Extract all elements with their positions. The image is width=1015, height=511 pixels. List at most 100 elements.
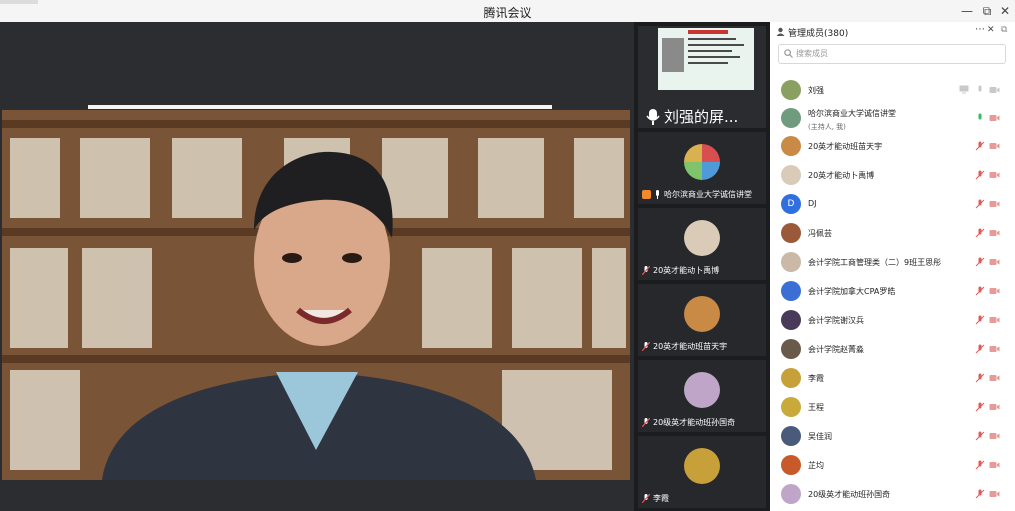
member-name: 哈尔滨商业大学诚信讲堂 bbox=[808, 109, 896, 118]
member-name: 会计学院加拿大CPA罗皓 bbox=[808, 287, 896, 296]
minimize-button[interactable]: — bbox=[958, 2, 976, 20]
participant-avatar bbox=[684, 220, 720, 256]
mic-muted-icon[interactable] bbox=[975, 402, 985, 412]
participant-avatar bbox=[684, 448, 720, 484]
speaker-video[interactable] bbox=[2, 110, 630, 480]
member-name: 冯佩芸 bbox=[808, 229, 832, 238]
member-row[interactable]: 哈尔滨商业大学诚信讲堂 (主持人, 我) bbox=[770, 104, 1015, 133]
member-row[interactable]: 会计学院谢汉兵 bbox=[770, 306, 1015, 335]
member-avatar bbox=[781, 339, 801, 359]
mic-muted-icon bbox=[642, 266, 650, 275]
participant-thumbnails: 刘强的屏... 哈尔滨商业大学诚信讲堂 20英才能动卜禹博 20英才能动班苗天宇… bbox=[634, 22, 770, 511]
participant-tile-2[interactable]: 20英才能动卜禹博 bbox=[638, 208, 766, 280]
member-avatar bbox=[781, 252, 801, 272]
member-row[interactable]: 20英才能动卜禹博 bbox=[770, 161, 1015, 190]
camera-off-icon[interactable] bbox=[989, 200, 1000, 208]
camera-off-icon[interactable] bbox=[989, 114, 1000, 122]
camera-off-icon[interactable] bbox=[989, 171, 1000, 179]
camera-off-icon[interactable] bbox=[989, 316, 1000, 324]
member-avatar bbox=[781, 310, 801, 330]
screen-share-caption: 刘强的屏... bbox=[646, 106, 738, 127]
member-row[interactable]: D DJ bbox=[770, 190, 1015, 219]
participant-tile-label: 李霞 bbox=[642, 493, 669, 504]
camera-off-icon[interactable] bbox=[989, 374, 1000, 382]
camera-off-icon[interactable] bbox=[989, 490, 1000, 498]
close-button[interactable]: ✕ bbox=[996, 2, 1014, 20]
member-name: 吴佳润 bbox=[808, 432, 832, 441]
camera-off-icon[interactable] bbox=[989, 345, 1000, 353]
participant-tile-3[interactable]: 20英才能动班苗天宇 bbox=[638, 284, 766, 356]
participant-name: 20级英才能动班孙国奇 bbox=[653, 418, 736, 427]
restore-button[interactable]: ⧉ bbox=[978, 2, 996, 20]
mic-active-icon[interactable] bbox=[975, 113, 985, 123]
members-panel: 管理成员(380) ⋯ ✕ ⧉ 搜索成员 刘强 哈尔滨商业大学诚信讲堂 (主持人, … bbox=[770, 22, 1015, 511]
mic-muted-icon[interactable] bbox=[975, 286, 985, 296]
member-row[interactable]: 李霞 bbox=[770, 364, 1015, 393]
member-name: 20英才能动班苗天宇 bbox=[808, 142, 883, 151]
member-row[interactable]: 吴佳润 bbox=[770, 422, 1015, 451]
mic-muted-icon[interactable] bbox=[975, 431, 985, 441]
member-row[interactable]: 刘强 bbox=[770, 76, 1015, 105]
mic-muted-icon[interactable] bbox=[975, 199, 985, 209]
participant-name: 20英才能动班苗天宇 bbox=[653, 342, 728, 351]
participant-tile-label: 哈尔滨商业大学诚信讲堂 bbox=[642, 189, 752, 200]
member-name: 芷均 bbox=[808, 461, 824, 470]
camera-off-icon[interactable] bbox=[989, 142, 1000, 150]
camera-off-icon[interactable] bbox=[989, 229, 1000, 237]
member-name: 会计学院赵菁淼 bbox=[808, 345, 864, 354]
camera-off-icon[interactable] bbox=[989, 432, 1000, 440]
participant-name: 哈尔滨商业大学诚信讲堂 bbox=[664, 190, 752, 199]
camera-off-icon[interactable] bbox=[989, 258, 1000, 266]
member-avatar bbox=[781, 136, 801, 156]
mic-icon[interactable] bbox=[975, 85, 985, 95]
participant-tile-4[interactable]: 20级英才能动班孙国奇 bbox=[638, 360, 766, 432]
member-row[interactable]: 会计学院工商管理类（二）9班王思彤 bbox=[770, 248, 1015, 277]
screen-share-preview bbox=[658, 28, 754, 90]
camera-off-icon[interactable] bbox=[989, 461, 1000, 469]
member-row[interactable]: 20英才能动班苗天宇 bbox=[770, 132, 1015, 161]
member-avatar bbox=[781, 397, 801, 417]
member-row[interactable]: 王程 bbox=[770, 393, 1015, 422]
camera-off-icon[interactable] bbox=[989, 287, 1000, 295]
participant-name: 李霞 bbox=[653, 494, 669, 503]
camera-off-icon[interactable] bbox=[989, 403, 1000, 411]
member-avatar bbox=[781, 368, 801, 388]
close-panel-icon[interactable]: ✕ bbox=[987, 25, 995, 35]
participant-tile-5[interactable]: 李霞 bbox=[638, 436, 766, 508]
screen-share-tile[interactable]: 刘强的屏... bbox=[638, 26, 766, 128]
member-row[interactable]: 会计学院加拿大CPA罗皓 bbox=[770, 277, 1015, 306]
member-avatar bbox=[781, 281, 801, 301]
member-avatar bbox=[781, 426, 801, 446]
camera-icon[interactable] bbox=[989, 86, 1000, 94]
detach-panel-icon[interactable]: ⧉ bbox=[1001, 25, 1007, 35]
mic-muted-icon[interactable] bbox=[975, 228, 985, 238]
member-name: 李霞 bbox=[808, 374, 824, 383]
more-options-icon[interactable]: ⋯ bbox=[975, 24, 985, 35]
mic-muted-icon[interactable] bbox=[975, 257, 985, 267]
mic-muted-icon[interactable] bbox=[975, 315, 985, 325]
member-row[interactable]: 冯佩芸 bbox=[770, 219, 1015, 248]
screen-share-caption-text: 刘强的屏... bbox=[664, 108, 739, 126]
mic-muted-icon[interactable] bbox=[975, 170, 985, 180]
mic-muted-icon[interactable] bbox=[975, 344, 985, 354]
member-avatar bbox=[781, 108, 801, 128]
member-row[interactable]: 会计学院赵菁淼 bbox=[770, 335, 1015, 364]
mic-muted-icon[interactable] bbox=[975, 141, 985, 151]
members-panel-title: 管理成员(380) bbox=[788, 29, 849, 39]
mic-muted-icon[interactable] bbox=[975, 460, 985, 470]
members-icon bbox=[776, 27, 785, 36]
title-bar: 腾讯会议 — ⧉ ✕ bbox=[0, 0, 1015, 23]
member-avatar bbox=[781, 455, 801, 475]
participant-tile-1[interactable]: 哈尔滨商业大学诚信讲堂 bbox=[638, 132, 766, 204]
participant-avatar bbox=[684, 144, 720, 180]
mic-muted-icon bbox=[642, 418, 650, 427]
member-search-input[interactable]: 搜索成员 bbox=[778, 44, 1006, 64]
mic-muted-icon[interactable] bbox=[975, 489, 985, 499]
microphone-icon bbox=[656, 190, 659, 199]
member-name: 会计学院工商管理类（二）9班王思彤 bbox=[808, 258, 942, 267]
mic-muted-icon[interactable] bbox=[975, 373, 985, 383]
member-name: 20级英才能动班孙国奇 bbox=[808, 490, 891, 499]
member-row[interactable]: 芷均 bbox=[770, 451, 1015, 480]
member-avatar: D bbox=[781, 194, 801, 214]
member-row[interactable]: 20级英才能动班孙国奇 bbox=[770, 480, 1015, 509]
